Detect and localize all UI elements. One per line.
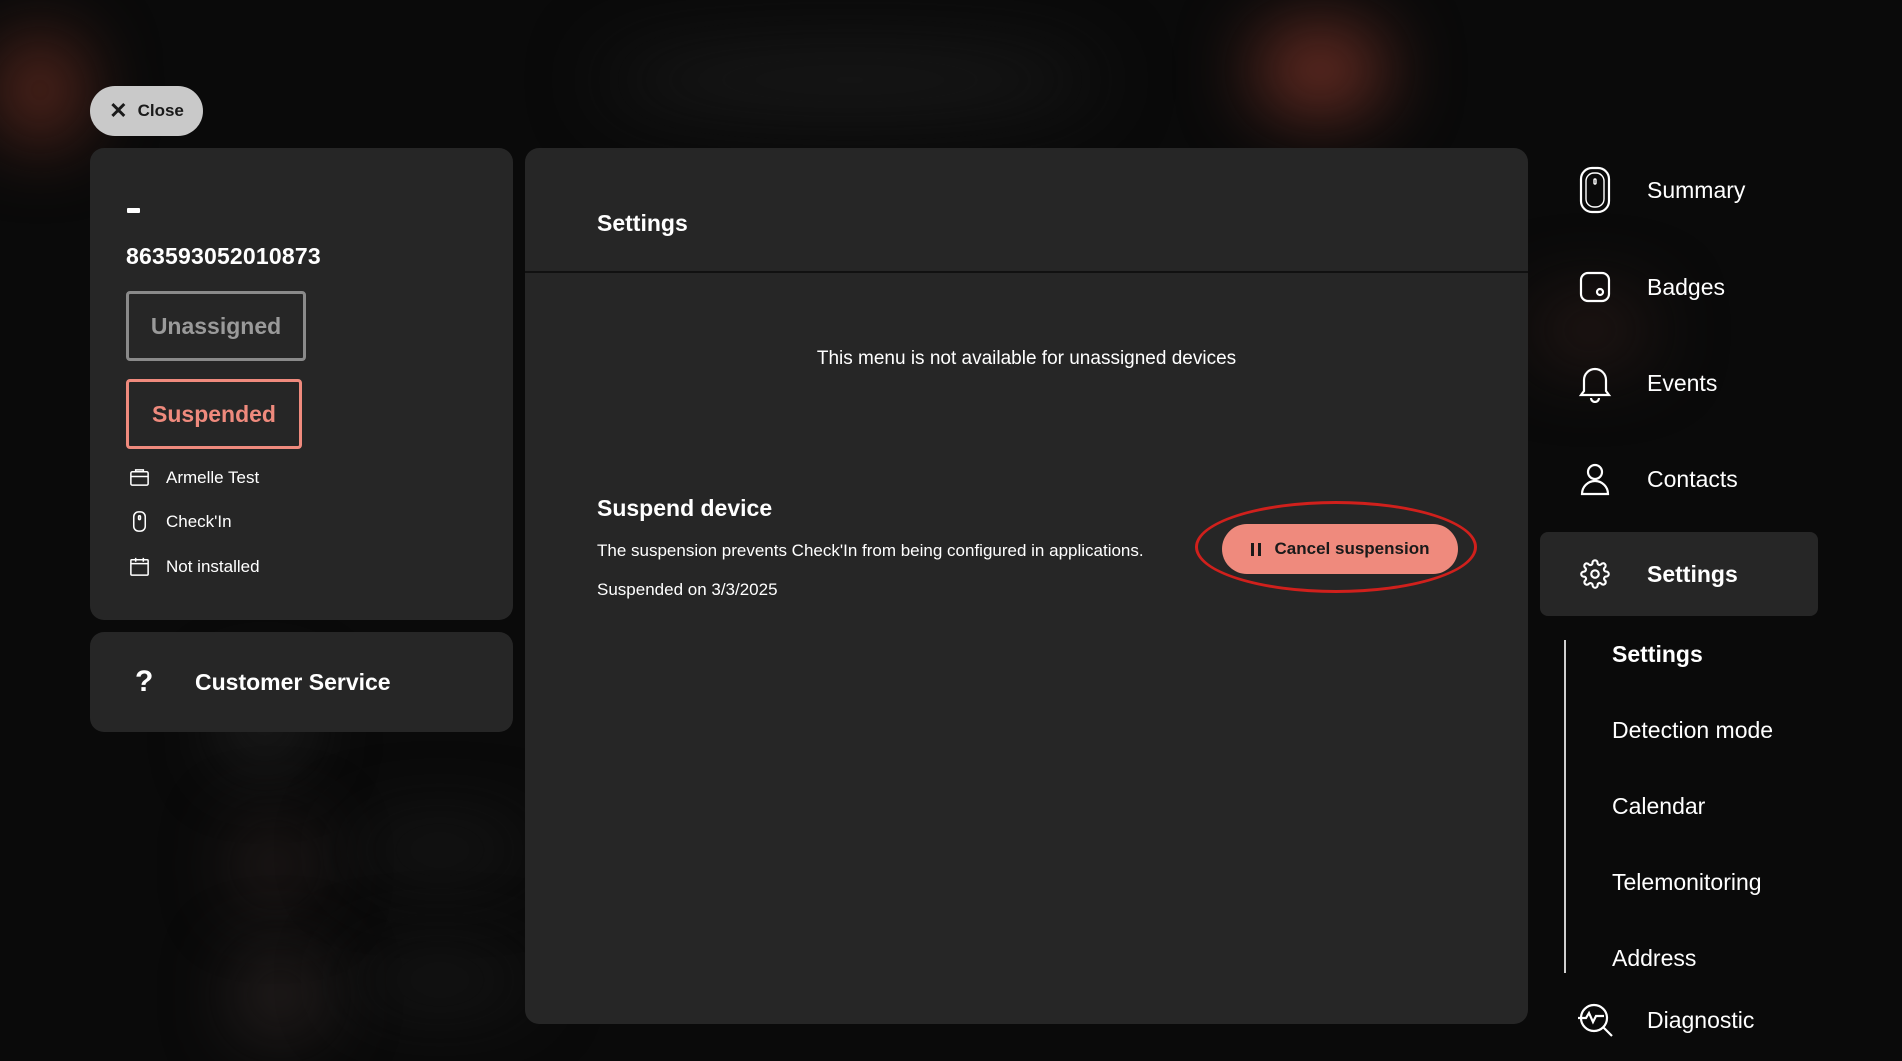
nav-label-badges: Badges	[1647, 273, 1726, 300]
nav-item-contacts[interactable]: Contacts	[1540, 437, 1818, 521]
cancel-suspension-button[interactable]: Cancel suspension	[1222, 524, 1458, 574]
info-device-text: Check'In	[166, 511, 232, 531]
info-installation-text: Not installed	[166, 556, 260, 576]
info-row-owner: Armelle Test	[128, 466, 259, 489]
nav-item-events[interactable]: Events	[1540, 341, 1818, 425]
suspend-date: Suspended on 3/3/2025	[597, 580, 778, 599]
device-icon	[1575, 166, 1615, 214]
nav-label-contacts: Contacts	[1647, 465, 1738, 492]
info-row-device: Check'In	[128, 510, 232, 533]
close-button[interactable]: ✕ Close	[90, 86, 203, 136]
device-icon	[132, 511, 147, 532]
divider	[525, 271, 1528, 273]
bell-icon	[1575, 363, 1615, 403]
subnav-item-calendar[interactable]: Calendar	[1612, 793, 1705, 820]
nav-item-diagnostic[interactable]: Diagnostic	[1540, 985, 1818, 1055]
person-icon	[1575, 459, 1615, 499]
subnav-item-settings[interactable]: Settings	[1612, 641, 1703, 668]
nav-item-summary[interactable]: Summary	[1540, 148, 1818, 232]
suspend-description: The suspension prevents Check'In from be…	[597, 541, 1144, 560]
device-id: 863593052010873	[126, 243, 321, 269]
diagnostic-icon	[1575, 1000, 1615, 1040]
gear-icon	[1575, 554, 1615, 594]
device-card: 863593052010873 Unassigned Suspended Arm…	[90, 148, 513, 620]
nav-item-settings[interactable]: Settings	[1540, 532, 1818, 616]
device-name	[127, 208, 140, 213]
settings-panel: Settings This menu is not available for …	[525, 148, 1528, 1024]
customer-service-label: Customer Service	[195, 668, 391, 695]
briefcase-icon	[130, 469, 149, 486]
customer-service-button[interactable]: ? Customer Service	[90, 632, 513, 732]
nav-label-summary: Summary	[1647, 176, 1746, 203]
page-title: Settings	[597, 210, 688, 236]
nav-label-events: Events	[1647, 369, 1718, 396]
status-badge-unassigned: Unassigned	[126, 291, 306, 361]
subnav-item-detection-mode[interactable]: Detection mode	[1612, 717, 1773, 744]
info-owner-text: Armelle Test	[166, 467, 260, 487]
cancel-suspension-label: Cancel suspension	[1274, 539, 1430, 558]
calendar-icon	[130, 557, 149, 576]
close-label: Close	[137, 101, 184, 120]
help-icon: ?	[135, 665, 154, 698]
status-badge-suspended: Suspended	[126, 379, 302, 449]
nav-item-badges[interactable]: Badges	[1540, 245, 1818, 329]
subnav-item-address[interactable]: Address	[1612, 945, 1696, 972]
nav-label-diagnostic: Diagnostic	[1647, 1006, 1755, 1033]
subnav-item-telemonitoring[interactable]: Telemonitoring	[1612, 869, 1762, 896]
badge-icon	[1575, 267, 1615, 307]
unavailable-notice: This menu is not available for unassigne…	[816, 348, 1237, 369]
pause-icon	[1250, 542, 1261, 556]
nav-label-settings: Settings	[1647, 560, 1738, 587]
suspend-title: Suspend device	[597, 495, 773, 521]
info-row-installation: Not installed	[128, 555, 260, 578]
submenu-line	[1564, 640, 1566, 973]
close-icon: ✕	[109, 98, 128, 123]
